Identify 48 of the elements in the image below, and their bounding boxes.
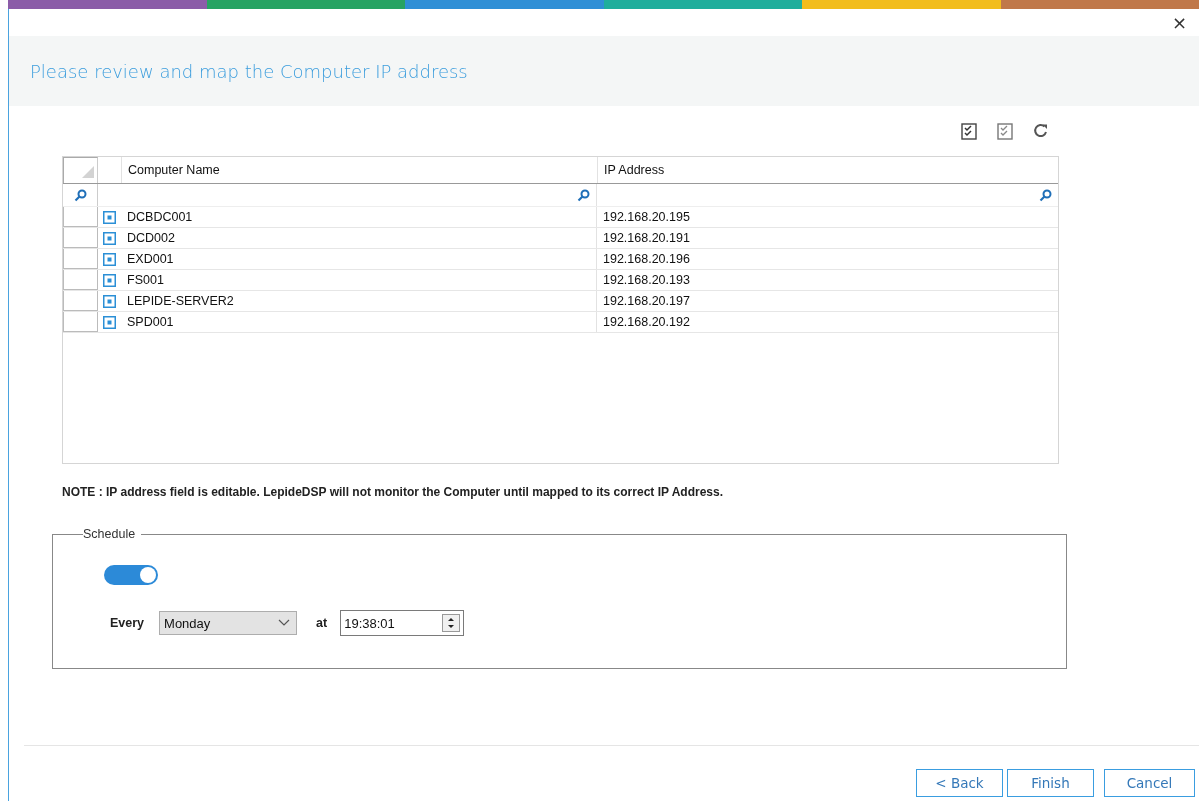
checklist-icon[interactable] bbox=[996, 122, 1014, 140]
table-cell[interactable]: 192.168.20.197 bbox=[597, 291, 1058, 311]
search-icon[interactable] bbox=[577, 188, 590, 202]
column-header[interactable]: Computer Name bbox=[122, 157, 598, 183]
spin-up-icon[interactable] bbox=[443, 615, 460, 623]
row-header[interactable] bbox=[63, 312, 98, 332]
refresh-icon[interactable] bbox=[1032, 122, 1050, 140]
table-cell[interactable]: 192.168.20.193 bbox=[597, 270, 1058, 290]
row-header[interactable] bbox=[63, 207, 98, 227]
row-header[interactable] bbox=[63, 291, 98, 311]
table-cell: FS001 bbox=[121, 270, 597, 290]
search-icon[interactable] bbox=[74, 188, 87, 202]
schedule-legend: Schedule bbox=[83, 527, 142, 541]
computer-node-icon bbox=[103, 273, 116, 287]
chevron-down-icon bbox=[278, 619, 291, 627]
table-cell: DCD002 bbox=[121, 228, 597, 248]
footer-button[interactable]: Finish bbox=[1007, 769, 1094, 797]
spin-down-icon[interactable] bbox=[443, 623, 460, 631]
table-cell: DCBDC001 bbox=[121, 207, 597, 227]
table-cell: LEPIDE-SERVER2 bbox=[121, 291, 597, 311]
computer-node-icon bbox=[103, 210, 116, 224]
computer-node-icon bbox=[103, 231, 116, 245]
row-header[interactable] bbox=[63, 228, 98, 248]
note-text: NOTE : IP address field is editable. LepideDSP will not monitor the Computer until mapped to its correct IP Address. bbox=[62, 485, 724, 499]
table-cell[interactable]: 192.168.20.191 bbox=[597, 228, 1058, 248]
table-cell: SPD001 bbox=[121, 312, 597, 332]
computer-node-icon bbox=[103, 315, 116, 329]
table-cell[interactable]: 192.168.20.196 bbox=[597, 249, 1058, 269]
every-label: Every bbox=[110, 616, 145, 630]
row-header[interactable] bbox=[63, 270, 98, 290]
checklist-icon[interactable] bbox=[960, 122, 978, 140]
computer-node-icon bbox=[103, 252, 116, 266]
footer-button[interactable]: Cancel bbox=[1104, 769, 1195, 797]
day-dropdown[interactable]: Monday bbox=[159, 611, 298, 635]
close-button[interactable]: × bbox=[1167, 13, 1191, 32]
table-cell[interactable]: 192.168.20.195 bbox=[597, 207, 1058, 227]
column-header[interactable]: IP Address bbox=[598, 157, 1058, 183]
dialog-title: Please review and map the Computer IP address bbox=[30, 60, 468, 82]
search-icon[interactable] bbox=[1039, 188, 1052, 202]
toggle-switch[interactable] bbox=[104, 565, 158, 585]
table-cell: EXD001 bbox=[121, 249, 597, 269]
at-label: at bbox=[316, 616, 328, 630]
table-cell[interactable]: 192.168.20.192 bbox=[597, 312, 1058, 332]
corner-triangle-icon bbox=[82, 166, 94, 178]
row-header[interactable] bbox=[63, 249, 98, 269]
computer-node-icon bbox=[103, 294, 116, 308]
time-field[interactable]: 19:38:01 bbox=[340, 610, 465, 636]
footer-button[interactable]: < Back bbox=[916, 769, 1003, 797]
